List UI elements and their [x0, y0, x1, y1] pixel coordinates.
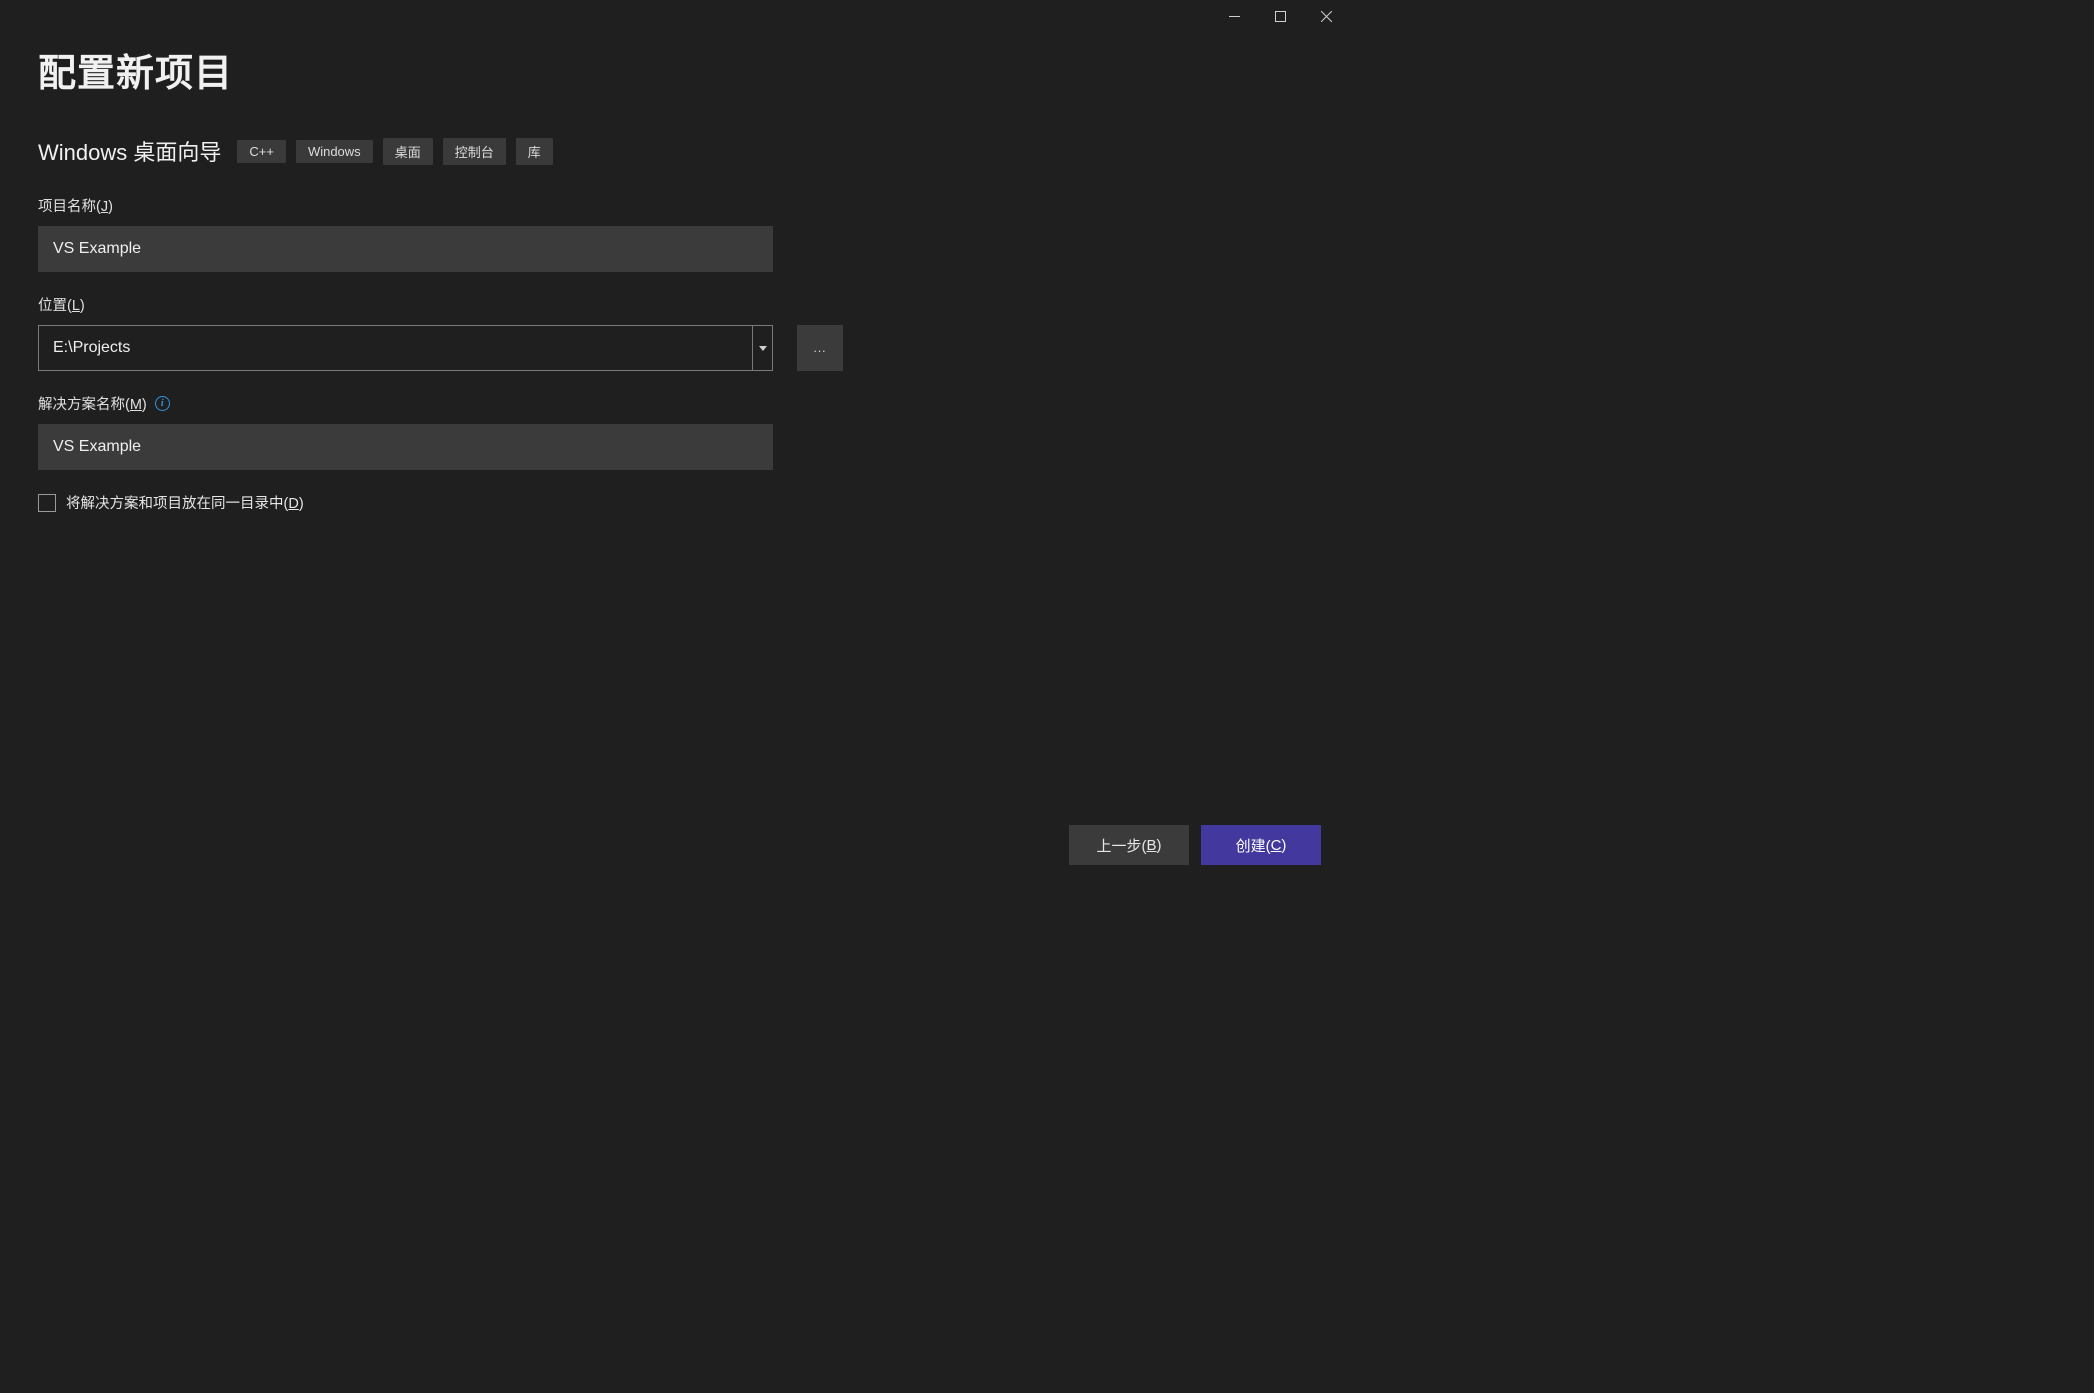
- project-name-input[interactable]: [38, 226, 773, 272]
- solution-name-input[interactable]: [38, 424, 773, 470]
- template-row: Windows 桌面向导 C++ Windows 桌面 控制台 库: [38, 135, 1311, 167]
- same-directory-row: 将解决方案和项目放在同一目录中(D): [38, 492, 1311, 513]
- location-row: ...: [38, 325, 1311, 371]
- template-tag: C++: [237, 140, 286, 163]
- close-button[interactable]: [1303, 0, 1349, 32]
- minimize-icon: [1229, 11, 1240, 22]
- footer-buttons: 上一步(B) 创建(C): [1069, 825, 1321, 865]
- location-dropdown-button[interactable]: [752, 326, 772, 370]
- info-icon[interactable]: i: [155, 396, 170, 411]
- same-directory-checkbox[interactable]: [38, 494, 56, 512]
- location-label: 位置(L): [38, 294, 1311, 315]
- maximize-icon: [1275, 11, 1286, 22]
- close-icon: [1321, 11, 1332, 22]
- template-tag: Windows: [296, 140, 373, 163]
- solution-name-label: 解决方案名称(M) i: [38, 393, 1311, 414]
- browse-button[interactable]: ...: [797, 325, 843, 371]
- project-name-label: 项目名称(J): [38, 195, 1311, 216]
- template-tag: 库: [516, 138, 553, 165]
- solution-name-block: 解决方案名称(M) i: [38, 393, 1311, 470]
- template-tag: 桌面: [383, 138, 433, 165]
- content-area: 配置新项目 Windows 桌面向导 C++ Windows 桌面 控制台 库 …: [0, 32, 1349, 897]
- location-block: 位置(L) ...: [38, 294, 1311, 371]
- configure-new-project-window: 配置新项目 Windows 桌面向导 C++ Windows 桌面 控制台 库 …: [0, 0, 1349, 897]
- page-title: 配置新项目: [38, 42, 1311, 97]
- maximize-button[interactable]: [1257, 0, 1303, 32]
- location-input[interactable]: [39, 326, 752, 370]
- template-tag: 控制台: [443, 138, 506, 165]
- template-name: Windows 桌面向导: [38, 135, 221, 167]
- same-directory-label: 将解决方案和项目放在同一目录中(D): [66, 492, 304, 513]
- titlebar: [0, 0, 1349, 32]
- back-button[interactable]: 上一步(B): [1069, 825, 1189, 865]
- minimize-button[interactable]: [1211, 0, 1257, 32]
- create-button[interactable]: 创建(C): [1201, 825, 1321, 865]
- location-combo[interactable]: [38, 325, 773, 371]
- chevron-down-icon: [759, 346, 767, 351]
- project-name-block: 项目名称(J): [38, 195, 1311, 272]
